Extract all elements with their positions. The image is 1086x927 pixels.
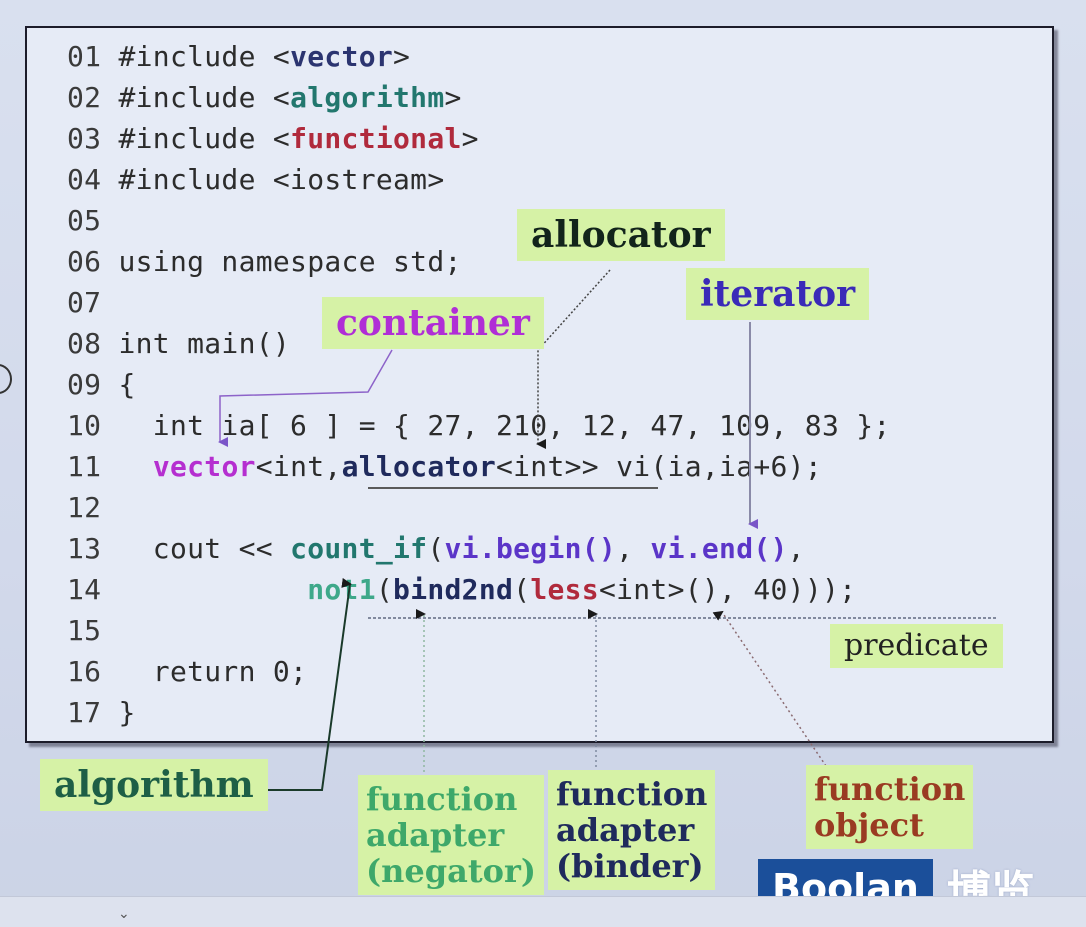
line-number: 02 xyxy=(67,81,119,114)
code-token: int ia[ 6 ] = { 27, 210, 12, 47, 109, 83… xyxy=(118,409,891,442)
code-line: 16 return 0; xyxy=(67,652,307,692)
code-token: { xyxy=(118,368,136,401)
video-control-bar[interactable] xyxy=(0,896,1086,927)
line-number: 04 xyxy=(67,163,119,196)
code-token: using namespace std; xyxy=(118,245,462,278)
edge-circle-mark xyxy=(0,364,12,394)
code-token: not1 xyxy=(307,573,376,606)
code-token: ( xyxy=(427,532,445,565)
code-token: > xyxy=(393,40,411,73)
code-line: 15 xyxy=(67,611,118,651)
code-token: count_if xyxy=(290,532,428,565)
code-line: 13 cout << count_if(vi.begin(), vi.end()… xyxy=(67,529,805,569)
line-number: 13 xyxy=(67,532,119,565)
line-number: 06 xyxy=(67,245,119,278)
code-line: 17 } xyxy=(67,693,136,733)
code-token: ( xyxy=(375,573,394,606)
label-container: container xyxy=(322,297,544,349)
label-function-adapter-negator: function adapter (negator) xyxy=(358,775,544,895)
code-line: 14 not1(bind2nd(less<int>(), 40))); xyxy=(67,570,856,610)
code-token: vi.begin() xyxy=(444,532,617,565)
code-line: 04 #include <iostream> xyxy=(67,160,444,200)
code-token: <int>> vi(ia,ia+6); xyxy=(495,450,822,483)
code-token: #include < xyxy=(118,40,291,73)
code-line: 09 { xyxy=(67,365,136,405)
label-iterator: iterator xyxy=(686,268,870,320)
line-number: 16 xyxy=(67,655,119,688)
label-function-adapter-binder: function adapter (binder) xyxy=(548,770,716,890)
line-number: 09 xyxy=(67,368,119,401)
code-line: 03 #include <functional> xyxy=(67,119,479,159)
code-token: vector xyxy=(152,450,256,483)
chevron-down-icon[interactable]: ⌄ xyxy=(118,906,130,922)
code-token: bind2nd xyxy=(393,573,514,606)
code-token: #include <iostream> xyxy=(118,163,445,196)
line-number: 17 xyxy=(67,696,119,729)
line-number: 10 xyxy=(67,409,119,442)
line-number: 15 xyxy=(67,614,119,647)
line-number: 14 xyxy=(67,573,119,606)
line-number: 05 xyxy=(67,204,119,237)
code-token: , xyxy=(787,532,805,565)
line-number: 11 xyxy=(67,450,119,483)
code-token: > xyxy=(461,122,479,155)
code-token: return 0; xyxy=(118,655,308,688)
label-function-object: function object xyxy=(806,765,974,849)
code-token: #include < xyxy=(118,81,291,114)
code-token: functional xyxy=(290,122,462,155)
line-number: 03 xyxy=(67,122,119,155)
label-allocator: allocator xyxy=(517,209,725,261)
line-number: 01 xyxy=(67,40,119,73)
code-token: cout << xyxy=(118,532,291,565)
code-token: vector xyxy=(290,40,394,73)
code-token: allocator xyxy=(341,450,496,483)
code-token: int main() xyxy=(118,327,291,360)
line-number: 08 xyxy=(67,327,119,360)
line-number: 12 xyxy=(67,491,119,524)
code-token: } xyxy=(118,696,136,729)
code-line: 02 #include <algorithm> xyxy=(67,78,462,118)
code-token: #include < xyxy=(118,122,291,155)
code-token: <int>(), 40))); xyxy=(598,573,857,606)
code-token: algorithm xyxy=(290,81,445,114)
code-line: 11 vector<int,allocator<int>> vi(ia,ia+6… xyxy=(67,447,822,487)
code-line: 08 int main() xyxy=(67,324,290,364)
code-token: <int, xyxy=(255,450,342,483)
code-token: > xyxy=(444,81,462,114)
label-predicate: predicate xyxy=(830,624,1003,668)
code-line: 07 xyxy=(67,283,118,323)
code-token: , xyxy=(616,532,651,565)
code-line: 05 xyxy=(67,201,118,241)
code-token: less xyxy=(530,573,599,606)
code-token: ( xyxy=(513,573,531,606)
label-algorithm: algorithm xyxy=(40,759,268,811)
line-number: 07 xyxy=(67,286,119,319)
code-line: 10 int ia[ 6 ] = { 27, 210, 12, 47, 109,… xyxy=(67,406,891,446)
code-line: 01 #include <vector> xyxy=(67,37,410,77)
code-line: 12 xyxy=(67,488,118,528)
code-token: vi.end() xyxy=(650,532,788,565)
code-line: 06 using namespace std; xyxy=(67,242,462,282)
